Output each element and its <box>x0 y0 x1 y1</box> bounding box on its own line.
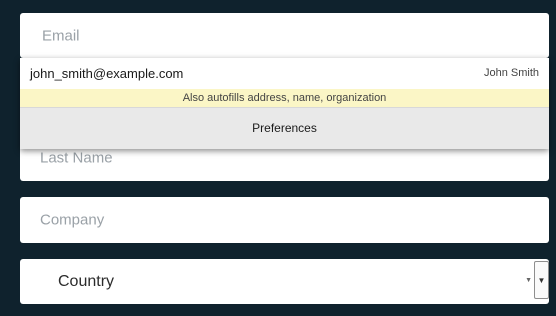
company-placeholder: Company <box>40 211 105 229</box>
suggestion-name: John Smith <box>483 67 539 79</box>
chevron-down-icon: ▼ <box>525 277 532 284</box>
autofill-hint: Also autofills address, name, organizati… <box>20 89 549 107</box>
preferences-button[interactable]: Preferences <box>20 107 549 149</box>
autofill-dropdown: john_smith@example.com John Smith Also a… <box>20 58 549 149</box>
chevron-down-icon: ▼ <box>537 275 546 285</box>
company-field[interactable]: Company <box>20 197 549 243</box>
autofill-suggestion[interactable]: john_smith@example.com John Smith <box>20 58 549 89</box>
last-name-placeholder: Last Name <box>40 149 113 167</box>
country-select[interactable]: Country ▼ ▼ <box>20 259 549 304</box>
email-field[interactable]: Email <box>20 13 549 58</box>
select-arrow-button[interactable]: ▼ <box>534 261 549 299</box>
email-placeholder: Email <box>42 27 80 44</box>
country-selected-value: Country <box>58 272 115 290</box>
suggestion-email: john_smith@example.com <box>30 66 184 81</box>
